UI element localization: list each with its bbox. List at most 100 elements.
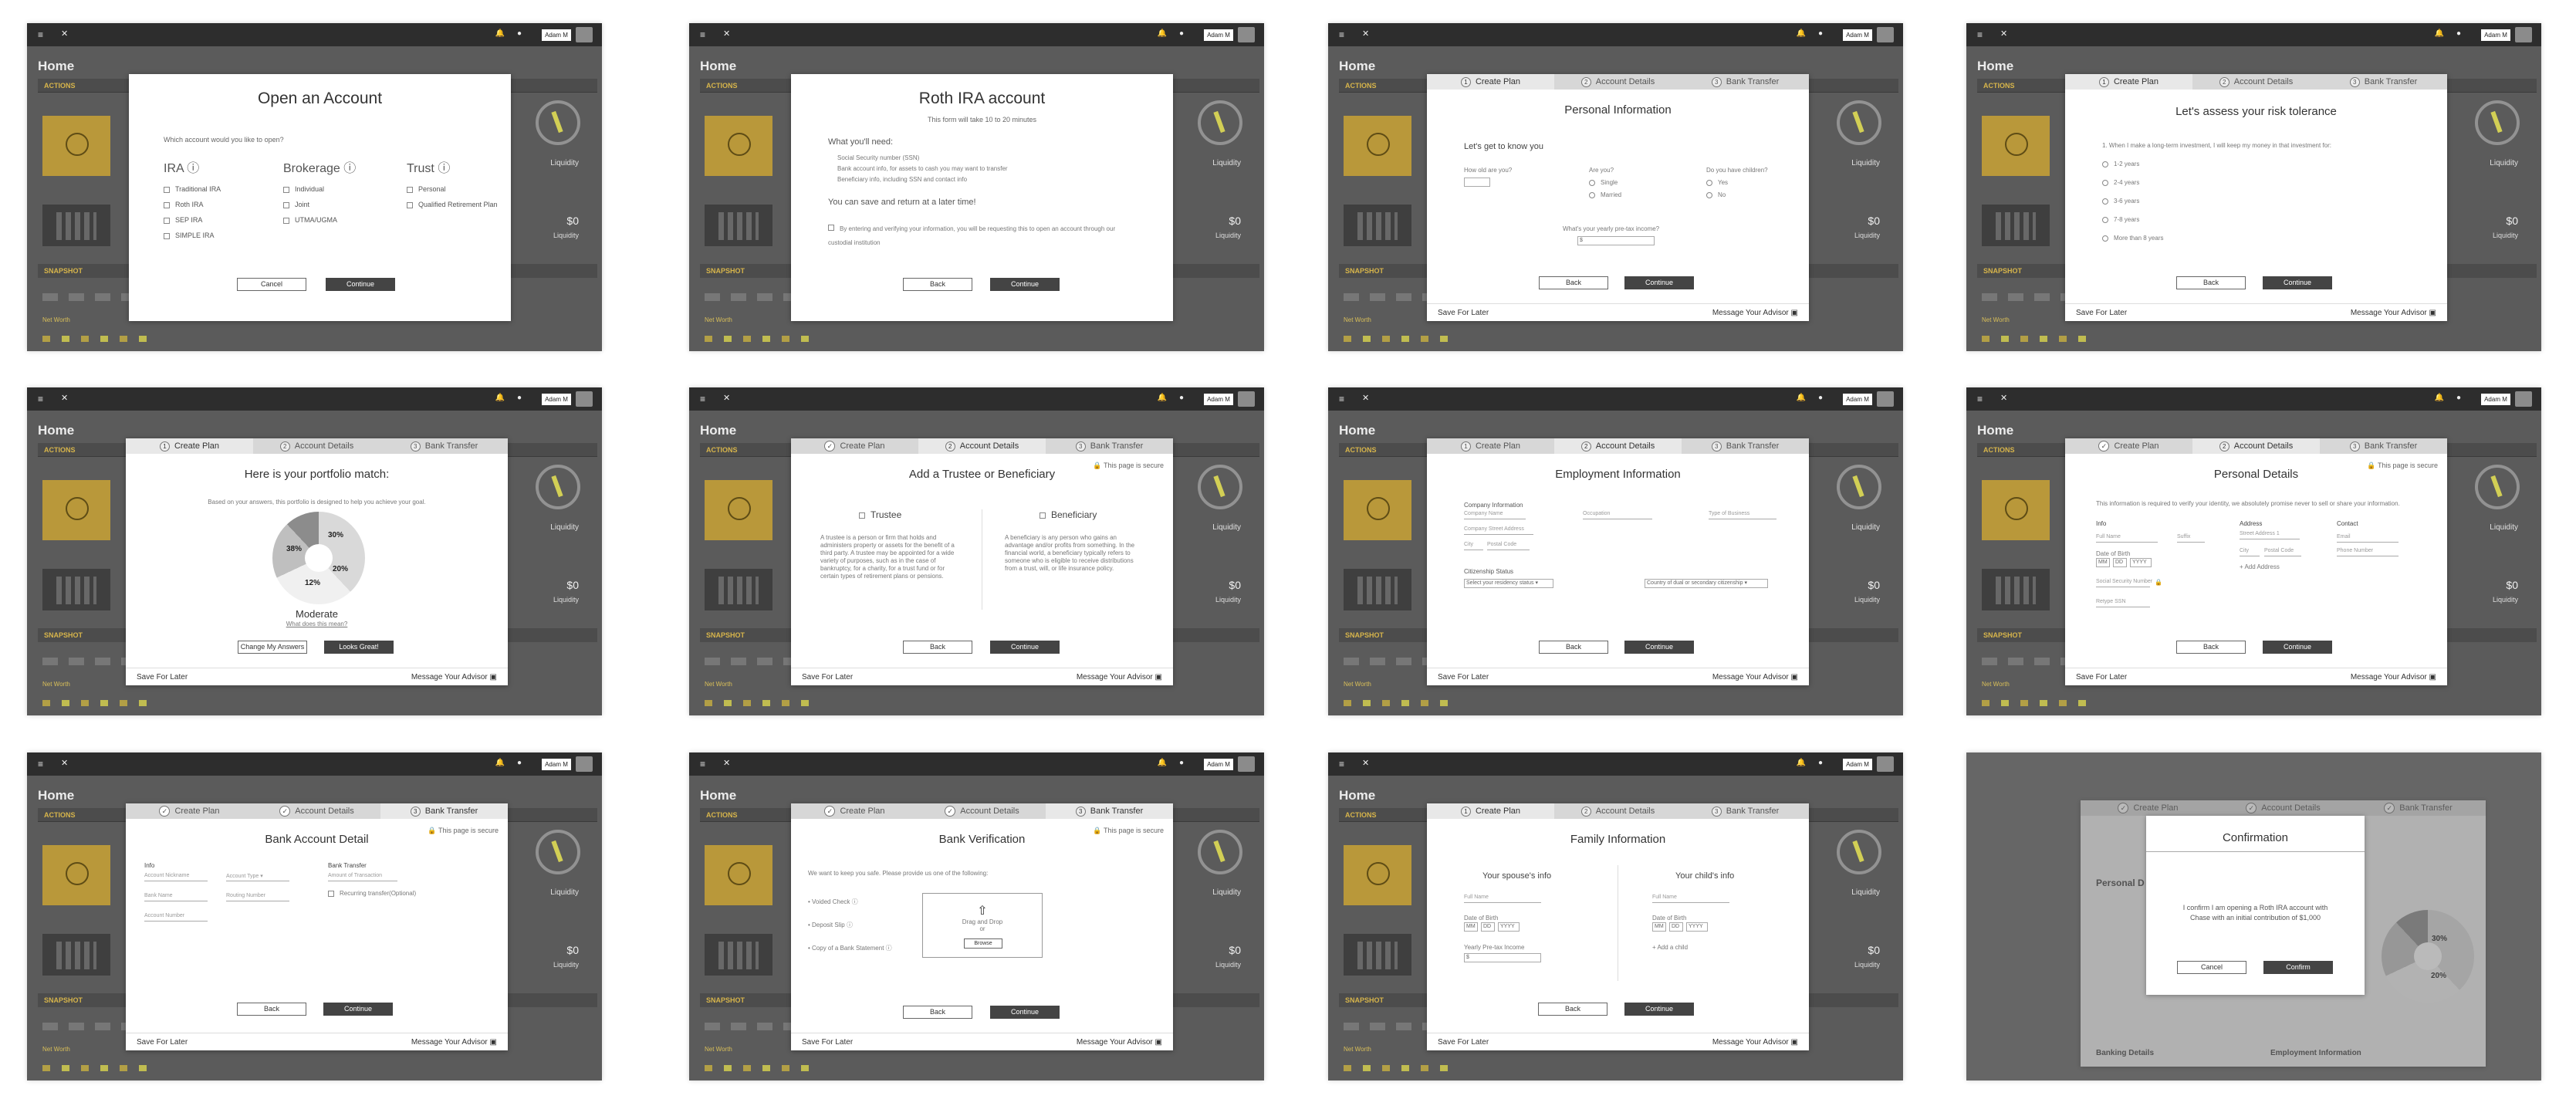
target-icon[interactable] (42, 480, 110, 540)
message-advisor-link[interactable]: Message Your Advisor ▣ (411, 668, 497, 685)
bank-name-field[interactable]: Bank Name (144, 893, 208, 901)
risk-option[interactable]: 7-8 years (2102, 216, 2139, 223)
bell-icon[interactable]: 🔔 (2435, 29, 2444, 38)
menu-icon[interactable]: ≡ (700, 29, 705, 40)
back-button[interactable]: Back (1539, 276, 1608, 289)
target-icon[interactable] (705, 480, 772, 540)
brand-logo[interactable]: ✕ (1362, 393, 1369, 403)
menu-icon[interactable]: ≡ (1977, 29, 1983, 40)
looks-great-button[interactable]: Looks Great! (324, 641, 394, 654)
step-bank-transfer[interactable]: 3 Bank Transfer (1682, 438, 1809, 454)
snapshot-tabs[interactable] (1982, 293, 2074, 301)
message-advisor-link[interactable]: Message Your Advisor ▣ (2351, 304, 2436, 321)
checkbox-utma[interactable]: UTMA/UGMA (283, 216, 376, 224)
user-avatar[interactable] (1238, 27, 1255, 42)
bell-icon[interactable]: 🔔 (1797, 394, 1806, 402)
snapshot-tabs[interactable] (705, 1023, 797, 1030)
message-advisor-link[interactable]: Message Your Advisor ▣ (2351, 668, 2436, 685)
chat-icon[interactable]: ● (1818, 759, 1823, 767)
save-for-later-link[interactable]: Save For Later (1438, 668, 1489, 685)
bank-icon[interactable] (705, 934, 772, 976)
snapshot-tabs[interactable] (1344, 658, 1436, 665)
continue-button[interactable]: Continue (1624, 641, 1694, 654)
continue-button[interactable]: Continue (323, 1003, 393, 1016)
child-dob-day[interactable]: DD (1669, 922, 1683, 932)
chat-icon[interactable]: ● (1179, 759, 1184, 767)
checkbox-sep-ira[interactable]: SEP IRA (164, 216, 256, 224)
chat-icon[interactable]: ● (1179, 29, 1184, 38)
step-account-details[interactable]: ✓ Account Details (253, 803, 380, 819)
step-bank-transfer[interactable]: ✓ Bank Transfer (2351, 800, 2486, 816)
step-account-details[interactable]: ✓ Account Details (918, 803, 1046, 819)
message-advisor-link[interactable]: Message Your Advisor ▣ (1077, 668, 1162, 685)
user-avatar[interactable] (576, 756, 593, 772)
suffix-field[interactable]: Suffix (2177, 534, 2205, 543)
dob-month-input[interactable]: MM (2096, 558, 2110, 567)
bell-icon[interactable]: 🔔 (495, 394, 505, 402)
info-icon[interactable]: ⓘ (343, 162, 356, 175)
postal-code-field[interactable]: Postal Code (2264, 548, 2301, 556)
ssn-field[interactable]: Social Security Number (2096, 579, 2152, 587)
checkbox-roth-ira[interactable]: Roth IRA (164, 201, 256, 208)
company-name-field[interactable]: Company Name (1464, 511, 1526, 519)
step-bank-transfer[interactable]: 3 Bank Transfer (380, 438, 508, 454)
business-type-field[interactable]: Type of Business (1709, 511, 1776, 519)
spouse-dob-day[interactable]: DD (1481, 922, 1495, 932)
user-menu[interactable]: Adam M (1843, 29, 1872, 41)
chat-icon[interactable]: ● (1818, 29, 1823, 38)
bank-icon[interactable] (705, 569, 772, 610)
snapshot-tabs[interactable] (1982, 658, 2074, 665)
snapshot-tabs[interactable] (1344, 1023, 1436, 1030)
cancel-button[interactable]: Cancel (2177, 961, 2246, 974)
upload-dropzone[interactable]: ⇧ Drag and Drop or Browse (922, 893, 1043, 958)
bell-icon[interactable]: 🔔 (1158, 29, 1167, 38)
step-create-plan[interactable]: 1 Create Plan (126, 438, 253, 454)
snapshot-tabs[interactable] (705, 658, 797, 665)
spouse-income-input[interactable]: $ (1464, 953, 1541, 962)
chat-icon[interactable]: ● (517, 759, 522, 767)
user-avatar[interactable] (576, 391, 593, 407)
brand-logo[interactable]: ✕ (723, 393, 730, 403)
bank-icon[interactable] (705, 205, 772, 246)
user-menu[interactable]: Adam M (542, 29, 571, 41)
verification-option[interactable]: • Deposit Slip ⓘ (808, 921, 853, 929)
back-button[interactable]: Back (903, 1006, 972, 1019)
user-avatar[interactable] (1877, 391, 1894, 407)
snapshot-tabs[interactable] (42, 658, 135, 665)
browse-button[interactable]: Browse (964, 938, 1002, 949)
risk-option[interactable]: 1-2 years (2102, 161, 2139, 167)
menu-icon[interactable]: ≡ (38, 29, 43, 40)
save-for-later-link[interactable]: Save For Later (137, 668, 188, 685)
secondary-citizenship-dropdown[interactable]: Country of dual or secondary citizenship… (1645, 579, 1768, 588)
brand-logo[interactable]: ✕ (2000, 393, 2007, 403)
target-icon[interactable] (1344, 116, 1411, 176)
user-avatar[interactable] (1877, 756, 1894, 772)
continue-button[interactable]: Continue (1624, 276, 1694, 289)
step-bank-transfer[interactable]: 3 Bank Transfer (2320, 74, 2447, 90)
target-icon[interactable] (42, 116, 110, 176)
user-avatar[interactable] (2515, 391, 2532, 407)
checkbox-traditional-ira[interactable]: Traditional IRA (164, 185, 256, 193)
target-icon[interactable] (705, 845, 772, 905)
continue-button[interactable]: Continue (2263, 276, 2332, 289)
age-input[interactable] (1464, 178, 1490, 187)
risk-option[interactable]: More than 8 years (2102, 235, 2163, 242)
brand-logo[interactable]: ✕ (1362, 29, 1369, 39)
chat-icon[interactable]: ● (2456, 29, 2461, 38)
step-create-plan[interactable]: 1 Create Plan (1427, 438, 1554, 454)
save-for-later-link[interactable]: Save For Later (2076, 668, 2127, 685)
user-menu[interactable]: Adam M (1204, 759, 1233, 770)
postal-code-field[interactable]: Postal Code (1487, 542, 1530, 550)
step-account-details[interactable]: ✓ Account Details (2216, 800, 2351, 816)
back-button[interactable]: Back (903, 641, 972, 654)
info-icon[interactable]: ⓘ (438, 162, 450, 175)
bell-icon[interactable]: 🔔 (1158, 759, 1167, 767)
user-avatar[interactable] (1238, 391, 1255, 407)
bell-icon[interactable]: 🔔 (1158, 394, 1167, 402)
continue-button[interactable]: Continue (326, 278, 395, 291)
message-advisor-link[interactable]: Message Your Advisor ▣ (411, 1033, 497, 1050)
spouse-name-field[interactable]: Full Name (1464, 894, 1541, 903)
user-menu[interactable]: Adam M (1843, 394, 1872, 405)
user-menu[interactable]: Adam M (1843, 759, 1872, 770)
chat-icon[interactable]: ● (1179, 394, 1184, 402)
